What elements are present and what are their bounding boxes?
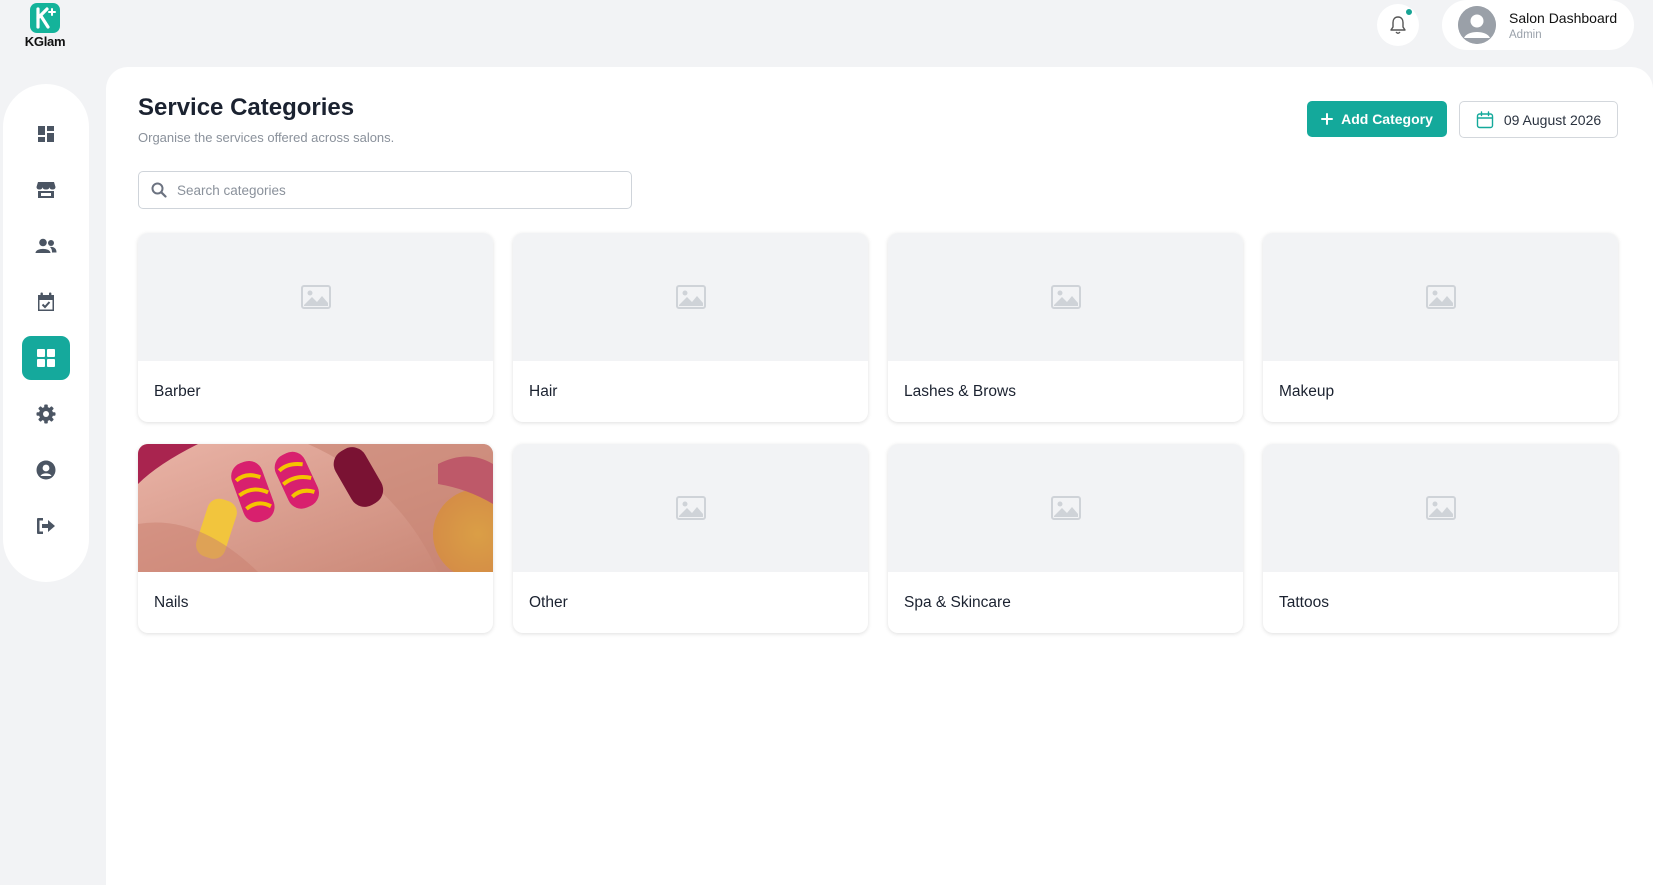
category-card-spa-skincare[interactable]: Spa & Skincare (888, 444, 1243, 633)
image-placeholder-icon (1050, 285, 1081, 309)
category-name: Barber (154, 382, 201, 400)
image-placeholder-icon (675, 496, 706, 520)
category-name: Makeup (1279, 382, 1335, 400)
avatar (1458, 6, 1496, 44)
category-name: Spa & Skincare (904, 593, 1011, 611)
category-card-tattoos[interactable]: Tattoos (1263, 444, 1618, 633)
sidebar-item-categories[interactable] (22, 336, 70, 380)
category-grid: Barber Hair Lashes & Brows Makeup Nails … (138, 233, 1618, 633)
category-image-placeholder (513, 233, 868, 361)
date-picker[interactable]: 09 August 2026 (1459, 101, 1618, 138)
user-circle-icon (36, 460, 56, 480)
category-card-hair[interactable]: Hair (513, 233, 868, 422)
users-icon (35, 238, 57, 253)
sidebar-item-salons[interactable] (22, 168, 70, 212)
category-image-placeholder (888, 444, 1243, 572)
category-image-placeholder (1263, 233, 1618, 361)
search-box[interactable] (138, 171, 632, 209)
search-input[interactable] (177, 182, 617, 198)
category-card-lashes-brows[interactable]: Lashes & Brows (888, 233, 1243, 422)
calendar-icon (1476, 110, 1494, 128)
sidebar-item-users[interactable] (22, 224, 70, 268)
main-panel: Service Categories Organise the services… (106, 67, 1653, 885)
search-icon (151, 182, 167, 198)
category-name: Lashes & Brows (904, 382, 1016, 400)
page-subtitle: Organise the services offered across sal… (138, 130, 395, 145)
category-image-placeholder (888, 233, 1243, 361)
profile-name: Salon Dashboard (1509, 9, 1618, 26)
bell-icon (1390, 16, 1406, 34)
store-icon (36, 182, 56, 198)
image-placeholder-icon (675, 285, 706, 309)
add-category-label: Add Category (1341, 111, 1433, 127)
add-category-button[interactable]: Add Category (1307, 101, 1447, 137)
profile-role: Admin (1509, 28, 1542, 41)
category-card-nails[interactable]: Nails (138, 444, 493, 633)
category-image-placeholder (513, 444, 868, 572)
brand-logo[interactable]: KGlam (22, 3, 68, 49)
logout-icon (37, 518, 55, 534)
category-card-makeup[interactable]: Makeup (1263, 233, 1618, 422)
image-placeholder-icon (300, 285, 331, 309)
image-placeholder-icon (1425, 496, 1456, 520)
dashboard-icon (38, 126, 54, 142)
sidebar-item-dashboard[interactable] (22, 112, 70, 156)
date-label: 09 August 2026 (1503, 111, 1602, 128)
gear-icon (36, 404, 56, 424)
image-placeholder-icon (1050, 496, 1081, 520)
nails-photo (138, 444, 493, 572)
logo-mark-icon (30, 3, 60, 33)
image-placeholder-icon (1425, 285, 1456, 309)
category-name: Tattoos (1279, 593, 1329, 611)
categories-grid-icon (37, 349, 55, 367)
page-title: Service Categories (138, 94, 355, 121)
sidebar-item-appointments[interactable] (22, 280, 70, 324)
plus-icon (1321, 113, 1334, 125)
sidebar-item-logout[interactable] (22, 504, 70, 548)
brand-name: KGlam (24, 34, 66, 49)
category-name: Hair (529, 382, 558, 400)
sidebar-item-profile[interactable] (22, 448, 70, 492)
category-name: Nails (154, 593, 189, 611)
calendar-check-icon (38, 292, 54, 311)
category-name: Other (529, 593, 568, 611)
notifications-button[interactable] (1377, 4, 1419, 46)
notification-dot (1405, 8, 1413, 16)
category-image-nails (138, 444, 493, 572)
category-image-placeholder (1263, 444, 1618, 572)
category-image-placeholder (138, 233, 493, 361)
sidebar (3, 84, 89, 582)
category-card-barber[interactable]: Barber (138, 233, 493, 422)
profile-menu[interactable]: Salon Dashboard Admin (1442, 0, 1634, 50)
sidebar-item-settings[interactable] (22, 392, 70, 436)
category-card-other[interactable]: Other (513, 444, 868, 633)
